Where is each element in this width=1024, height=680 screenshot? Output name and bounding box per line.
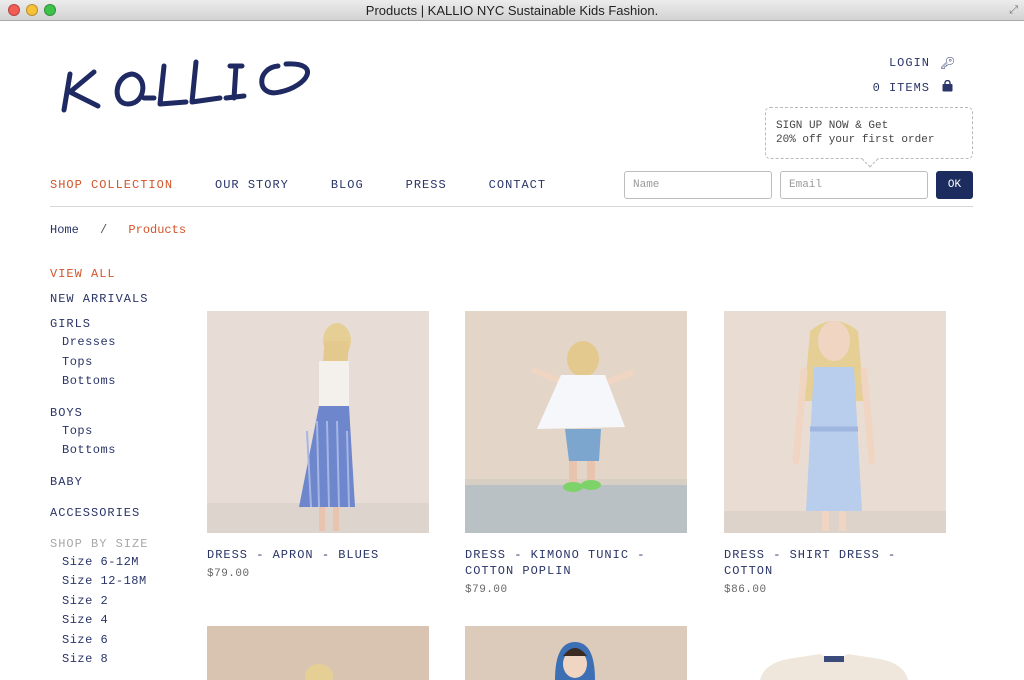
sidebar-size-4[interactable]: Size 4: [50, 613, 148, 633]
sidebar-size-6-12m[interactable]: Size 6-12M: [50, 555, 148, 575]
product-name[interactable]: DRESS - APRON - BLUES: [207, 547, 429, 563]
sidebar-size-12-18m[interactable]: Size 12-18M: [50, 574, 148, 594]
breadcrumb-home[interactable]: Home: [50, 223, 79, 237]
account-links: LOGIN 🔑︎ 0 ITEMS: [873, 50, 956, 100]
sidebar-boys-bottoms[interactable]: Bottoms: [50, 443, 148, 463]
sidebar-size-2[interactable]: Size 2: [50, 594, 148, 614]
product-name-line-2[interactable]: COTTON POPLIN: [465, 564, 572, 578]
promo-line-2: 20% off your first order: [776, 134, 935, 146]
sidebar-girls-tops[interactable]: Tops: [50, 355, 148, 375]
kallio-logo[interactable]: [60, 52, 325, 122]
signup-email-input[interactable]: [780, 171, 928, 199]
product-name-line-2[interactable]: COTTON: [724, 564, 773, 578]
product-price: $79.00: [207, 568, 250, 580]
window-title-bar: Products | KALLIO NYC Sustainable Kids F…: [0, 0, 1024, 21]
key-icon[interactable]: 🔑︎: [940, 56, 955, 70]
breadcrumb-current: Products: [128, 223, 187, 237]
product-photo[interactable]: [207, 311, 429, 533]
window-title: Products | KALLIO NYC Sustainable Kids F…: [365, 3, 659, 18]
product-name[interactable]: DRESS - KIMONO TUNIC - COTTON POPLIN: [465, 547, 687, 579]
login-link[interactable]: LOGIN 🔑︎: [873, 50, 955, 75]
product-photo-partial[interactable]: [207, 626, 429, 680]
sidebar-girls[interactable]: GIRLS: [50, 317, 148, 335]
login-label[interactable]: LOGIN: [889, 56, 930, 70]
sidebar-girls-dresses[interactable]: Dresses: [50, 335, 148, 355]
sidebar-new-arrivals[interactable]: NEW ARRIVALS: [50, 292, 148, 317]
sidebar-accessories[interactable]: ACCESSORIES: [50, 506, 148, 537]
product-card[interactable]: DRESS - SHIRT DRESS - COTTON $86.00: [724, 311, 946, 596]
fullscreen-icon[interactable]: ⤢: [1009, 3, 1018, 17]
sidebar-boys[interactable]: BOYS: [50, 406, 148, 424]
product-card[interactable]: DRESS - KIMONO TUNIC - COTTON POPLIN $79…: [465, 311, 687, 596]
product-photo-partial[interactable]: [724, 626, 946, 680]
promo-line-1: SIGN UP NOW & Get: [776, 120, 889, 132]
cart-link[interactable]: 0 ITEMS: [873, 75, 954, 100]
cart-label[interactable]: 0 ITEMS: [873, 81, 930, 95]
nav-press[interactable]: PRESS: [406, 178, 447, 192]
product-name-line-1[interactable]: DRESS - SHIRT DRESS -: [724, 548, 896, 562]
main-nav: SHOP COLLECTION OUR STORY BLOG PRESS CON…: [50, 178, 588, 192]
sidebar-boys-tops[interactable]: Tops: [50, 424, 148, 444]
sidebar-view-all[interactable]: VIEW ALL: [50, 267, 148, 292]
breadcrumb-separator: /: [100, 223, 108, 237]
sidebar-girls-bottoms[interactable]: Bottoms: [50, 374, 148, 394]
sidebar-size-6[interactable]: Size 6: [50, 633, 148, 653]
category-sidebar: VIEW ALL NEW ARRIVALS GIRLS Dresses Tops…: [50, 267, 148, 672]
breadcrumb: Home / Products: [50, 223, 186, 237]
product-photo[interactable]: [465, 311, 687, 533]
product-photo[interactable]: [724, 311, 946, 533]
shopping-bag-icon[interactable]: [940, 79, 954, 95]
product-name-line-1[interactable]: DRESS - KIMONO TUNIC -: [465, 548, 645, 562]
nav-our-story[interactable]: OUR STORY: [215, 178, 289, 192]
product-name[interactable]: DRESS - SHIRT DRESS - COTTON: [724, 547, 946, 579]
product-photo-partial[interactable]: [465, 626, 687, 680]
nav-contact[interactable]: CONTACT: [489, 178, 546, 192]
nav-divider: [50, 206, 973, 207]
sidebar-baby[interactable]: BABY: [50, 475, 148, 506]
sidebar-shop-by-size: SHOP BY SIZE: [50, 536, 149, 551]
signup-promo-bubble: SIGN UP NOW & Get 20% off your first ord…: [765, 107, 973, 159]
signup-name-input[interactable]: [624, 171, 772, 199]
nav-shop-collection[interactable]: SHOP COLLECTION: [50, 178, 173, 192]
product-card[interactable]: DRESS - APRON - BLUES $79.00: [207, 311, 429, 580]
sidebar-size-8[interactable]: Size 8: [50, 652, 148, 672]
product-price: $86.00: [724, 584, 767, 596]
nav-blog[interactable]: BLOG: [331, 178, 364, 192]
product-price: $79.00: [465, 584, 508, 596]
signup-submit-button[interactable]: OK: [936, 171, 973, 199]
